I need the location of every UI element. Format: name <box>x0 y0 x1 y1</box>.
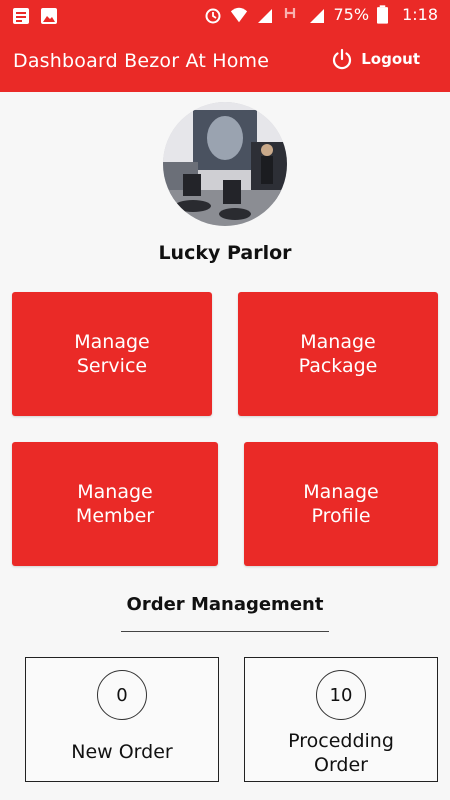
order-management-title: Order Management <box>126 594 324 615</box>
manage-member-button[interactable]: Manage Member <box>12 442 218 566</box>
new-order-card[interactable]: 0 New Order <box>25 657 219 782</box>
clock: 1:18 <box>402 5 438 24</box>
wifi-icon <box>230 7 247 22</box>
app-title: Dashboard Bezor At Home <box>13 50 270 72</box>
notes-icon <box>13 8 29 24</box>
salon-photo <box>163 102 287 226</box>
battery-percent: 75% <box>333 5 370 24</box>
alarm-icon <box>205 8 220 23</box>
signal-icon <box>257 8 272 23</box>
status-bar: 75% 1:18 <box>0 0 450 32</box>
app-bar: Dashboard Bezor At Home Logout <box>0 32 450 92</box>
h-icon <box>284 7 295 18</box>
logout-button[interactable]: Logout <box>331 48 420 70</box>
battery-icon <box>377 5 389 24</box>
parlor-name: Lucky Parlor <box>158 242 292 264</box>
new-order-count: 0 <box>97 670 147 720</box>
manage-service-button[interactable]: Manage Service <box>12 292 212 416</box>
section-divider <box>121 631 329 632</box>
new-order-label: New Order <box>71 741 173 763</box>
avatar <box>163 102 287 226</box>
proceeding-order-card[interactable]: 10 Procedding Order <box>244 657 438 782</box>
manage-package-button[interactable]: Manage Package <box>238 292 438 416</box>
logout-label: Logout <box>361 50 420 68</box>
signal-icon <box>309 8 324 23</box>
image-icon <box>41 8 57 24</box>
proceeding-order-label: Procedding Order <box>288 730 394 776</box>
power-icon <box>333 48 352 70</box>
proceeding-order-count: 10 <box>316 670 366 720</box>
manage-profile-button[interactable]: Manage Profile <box>244 442 438 566</box>
